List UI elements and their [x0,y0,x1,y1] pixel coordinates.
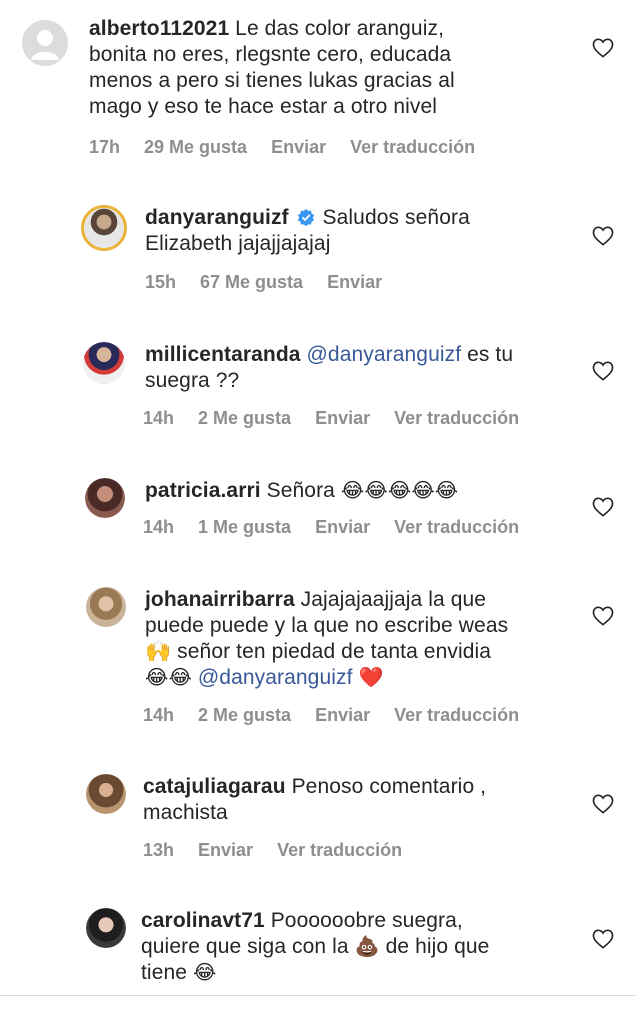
avatar[interactable] [86,587,126,627]
mention-link[interactable]: @danyaranguizf [198,666,353,689]
comment-body: Jajajajaajjaja la que [300,588,487,611]
comment-body: mago y eso te hace estar a otro nivel [89,95,438,118]
likes-count[interactable]: 1 Me gusta [198,517,291,537]
comment-time: 13h [143,840,175,860]
comment-text: millicentaranda @danyaranguizf es tu sue… [145,342,513,394]
comment-username[interactable]: danyaranguizf [145,206,289,229]
comment-body: Saludos señora [322,206,470,229]
comment-emoji: 😂😂 [145,667,192,689]
comment-body: es tu [467,343,514,366]
comment-emoji: 😂😂😂😂😂 [340,480,459,502]
heart-icon[interactable] [592,497,614,517]
comment-time: 17h [89,137,121,157]
reply-button[interactable]: Enviar [315,705,370,725]
comment-meta: 13h Enviar Ver traducción [143,840,426,861]
translate-link[interactable]: Ver traducción [394,705,519,725]
heart-icon[interactable] [592,361,614,381]
comment-body: 🙌 señor ten piedad de tanta envidia [145,640,492,663]
verified-badge-icon [297,208,314,226]
comment-body: Penoso comentario , [291,775,487,798]
comment-emoji: 💩 [354,936,380,958]
comment-meta: 14h 1 Me gusta Enviar Ver traducción [143,517,543,538]
comment-body: puede puede y la que no escribe weas [145,614,509,637]
comment-text: carolinavt71 Poooooobre suegra, quiere q… [141,908,489,986]
comment-meta: 14h 2 Me gusta Enviar Ver traducción [143,408,543,429]
comment-username[interactable]: carolinavt71 [141,909,265,932]
comment-time: 14h [143,705,175,725]
comment-body: quiere que siga con la [141,935,349,958]
heart-icon[interactable] [592,794,614,814]
comment-time: 14h [143,408,175,428]
translate-link[interactable]: Ver traducción [394,517,519,537]
comment-text: patricia.arri Señora 😂😂😂😂😂 [145,478,458,504]
comment-meta: 17h 29 Me gusta Enviar Ver traducción [89,137,499,158]
comment-body: Elizabeth jajajjajajaj [145,232,331,255]
comment-time: 14h [143,517,175,537]
comment-body: machista [143,801,228,824]
comment-meta: 14h 2 Me gusta Enviar Ver traducción [143,705,543,726]
avatar[interactable] [85,478,125,518]
avatar[interactable] [86,908,126,948]
comment-username[interactable]: patricia.arri [145,479,261,502]
comment-body: bonita no eres, rlegsnte cero, educada [89,43,452,66]
likes-count[interactable]: 2 Me gusta [198,705,291,725]
heart-icon[interactable] [592,38,614,58]
reply-button[interactable]: Enviar [271,137,326,157]
comment-username[interactable]: johanairribarra [145,588,295,611]
comment-body: Poooooobre suegra, [270,909,463,932]
heart-icon[interactable] [592,606,614,626]
likes-count[interactable]: 2 Me gusta [198,408,291,428]
divider [0,995,636,996]
comment-emoji: ❤️ [358,667,384,689]
translate-link[interactable]: Ver traducción [350,137,475,157]
comment-body: suegra ?? [145,369,240,392]
avatar[interactable] [86,774,126,814]
mention-link[interactable]: @danyaranguizf [307,343,462,366]
comment-body: de hijo que [385,935,490,958]
comments-list: alberto112021 Le das color aranguiz, bon… [0,0,636,1024]
reply-button[interactable]: Enviar [198,840,253,860]
comment-username[interactable]: alberto112021 [89,17,229,40]
comment-text: danyaranguizf Saludos señora Elizabeth j… [145,205,470,257]
comment-body: tiene [141,961,188,984]
comment-meta: 15h 67 Me gusta Enviar [145,272,406,293]
comment-text: catajuliagarau Penoso comentario , machi… [143,774,486,826]
avatar[interactable] [81,205,127,251]
comment-body: Le das color aranguiz, [235,17,444,40]
comment-username[interactable]: millicentaranda [145,343,301,366]
comment-emoji: 😂 [192,962,217,984]
translate-link[interactable]: Ver traducción [277,840,402,860]
reply-button[interactable]: Enviar [315,517,370,537]
likes-count[interactable]: 29 Me gusta [144,137,247,157]
comment-text: alberto112021 Le das color aranguiz, bon… [89,16,455,120]
comment-username[interactable]: catajuliagarau [143,775,286,798]
avatar[interactable] [22,20,68,66]
comment-text: johanairribarra Jajajajaajjaja la que pu… [145,587,508,691]
comment-body: menos a pero si tienes lukas gracias al [89,69,455,92]
comment-time: 15h [145,272,177,292]
comment-body: Señora [266,479,335,502]
heart-icon[interactable] [592,929,614,949]
default-avatar-icon [31,30,59,60]
reply-button[interactable]: Enviar [315,408,370,428]
avatar[interactable] [83,342,125,384]
heart-icon[interactable] [592,226,614,246]
translate-link[interactable]: Ver traducción [394,408,519,428]
likes-count[interactable]: 67 Me gusta [200,272,303,292]
reply-button[interactable]: Enviar [327,272,382,292]
